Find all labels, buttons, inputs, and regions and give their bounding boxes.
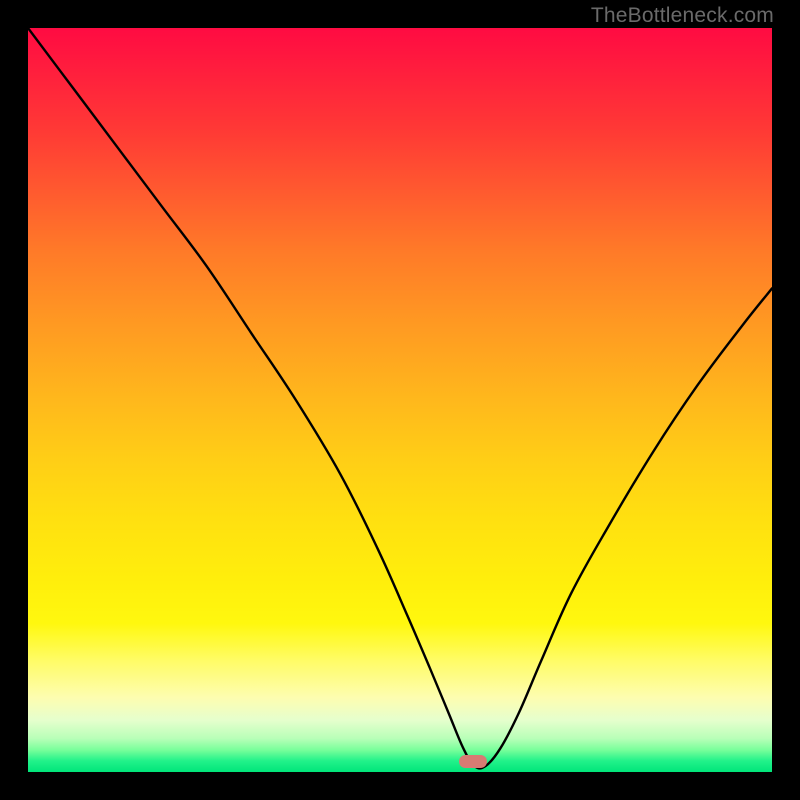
chart-frame: TheBottleneck.com [0, 0, 800, 800]
bottleneck-curve [28, 28, 772, 772]
watermark-text: TheBottleneck.com [591, 4, 774, 28]
plot-area [28, 28, 772, 772]
optimal-marker [459, 755, 487, 768]
